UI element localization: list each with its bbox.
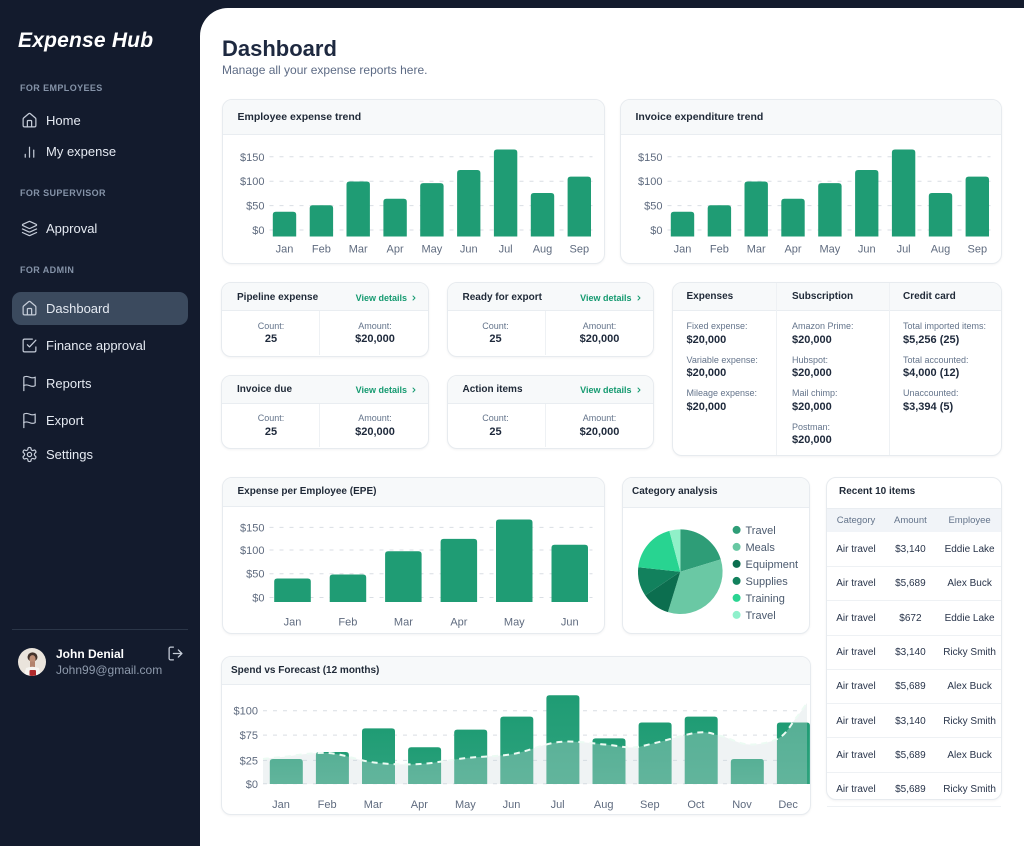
svg-text:Oct: Oct bbox=[687, 799, 704, 811]
svg-text:$75: $75 bbox=[240, 730, 258, 742]
svg-text:Sep: Sep bbox=[569, 244, 589, 256]
svg-text:Jun: Jun bbox=[503, 799, 521, 811]
svg-text:Travel: Travel bbox=[746, 610, 776, 622]
svg-text:$100: $100 bbox=[240, 176, 264, 188]
svg-text:$25: $25 bbox=[240, 755, 258, 767]
svg-text:Supplies: Supplies bbox=[746, 576, 789, 588]
svg-text:Aug: Aug bbox=[594, 799, 614, 811]
svg-text:Meals: Meals bbox=[746, 542, 776, 554]
svg-text:$150: $150 bbox=[240, 152, 264, 164]
svg-text:Feb: Feb bbox=[709, 244, 728, 256]
svg-text:$0: $0 bbox=[246, 779, 258, 791]
svg-text:Jul: Jul bbox=[896, 244, 910, 256]
svg-text:Sep: Sep bbox=[640, 799, 660, 811]
svg-text:Jun: Jun bbox=[857, 244, 875, 256]
svg-text:Mar: Mar bbox=[393, 617, 412, 629]
svg-text:Apr: Apr bbox=[450, 617, 467, 629]
svg-text:Apr: Apr bbox=[784, 244, 801, 256]
svg-text:$100: $100 bbox=[638, 176, 662, 188]
svg-text:Aug: Aug bbox=[532, 244, 552, 256]
svg-text:Jul: Jul bbox=[551, 799, 565, 811]
svg-text:May: May bbox=[819, 244, 840, 256]
svg-text:Feb: Feb bbox=[311, 244, 330, 256]
svg-text:$0: $0 bbox=[252, 225, 264, 237]
svg-text:May: May bbox=[503, 617, 524, 629]
svg-text:Travel: Travel bbox=[746, 525, 776, 537]
svg-text:Feb: Feb bbox=[338, 617, 357, 629]
svg-text:$50: $50 bbox=[246, 201, 264, 213]
svg-text:May: May bbox=[421, 244, 442, 256]
svg-text:Equipment: Equipment bbox=[746, 559, 799, 571]
svg-text:Apr: Apr bbox=[386, 244, 403, 256]
svg-text:$150: $150 bbox=[240, 522, 264, 534]
svg-text:Jan: Jan bbox=[673, 244, 691, 256]
svg-text:$100: $100 bbox=[240, 545, 264, 557]
svg-text:Dec: Dec bbox=[778, 799, 798, 811]
svg-text:Jan: Jan bbox=[272, 799, 290, 811]
svg-text:Feb: Feb bbox=[318, 799, 337, 811]
svg-text:$100: $100 bbox=[234, 706, 258, 718]
svg-text:Nov: Nov bbox=[732, 799, 752, 811]
svg-text:Jun: Jun bbox=[560, 617, 578, 629]
svg-text:Sep: Sep bbox=[967, 244, 987, 256]
svg-text:$150: $150 bbox=[638, 152, 662, 164]
svg-text:Jan: Jan bbox=[283, 617, 301, 629]
svg-text:Jan: Jan bbox=[275, 244, 293, 256]
svg-text:Apr: Apr bbox=[411, 799, 428, 811]
svg-text:Jun: Jun bbox=[459, 244, 477, 256]
svg-text:$0: $0 bbox=[252, 593, 264, 605]
svg-text:Training: Training bbox=[746, 593, 785, 605]
svg-text:Mar: Mar bbox=[348, 244, 367, 256]
svg-text:Mar: Mar bbox=[364, 799, 383, 811]
svg-text:Aug: Aug bbox=[930, 244, 950, 256]
svg-text:May: May bbox=[455, 799, 476, 811]
svg-text:$50: $50 bbox=[644, 201, 662, 213]
svg-text:$50: $50 bbox=[246, 569, 264, 581]
svg-text:$0: $0 bbox=[650, 225, 662, 237]
svg-text:Mar: Mar bbox=[746, 244, 765, 256]
svg-text:Jul: Jul bbox=[498, 244, 512, 256]
